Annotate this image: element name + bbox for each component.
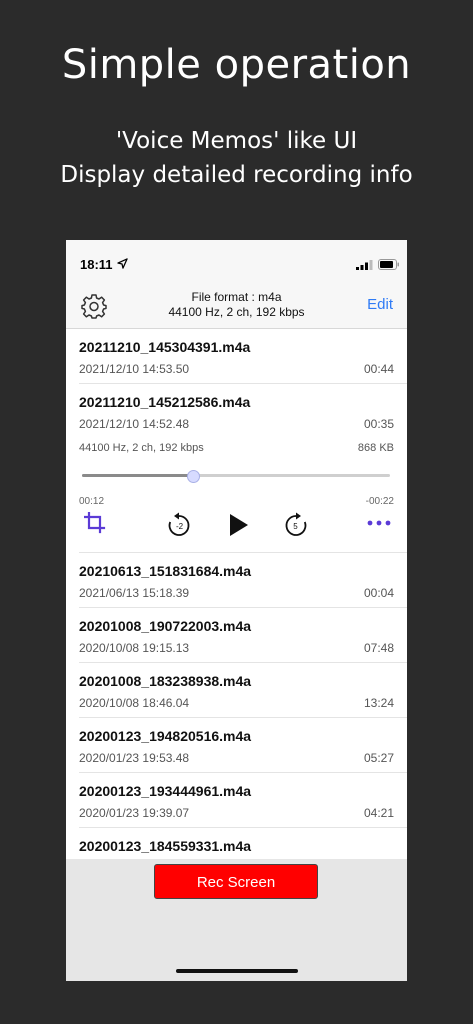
more-icon[interactable]: [367, 519, 391, 527]
promo-title: Simple operation: [61, 42, 412, 88]
recording-name: 20200123_194820516.m4a: [79, 728, 252, 744]
skip-back-icon: -2: [168, 512, 190, 536]
recording-duration: 13:24: [363, 696, 394, 710]
recording-name: 20201008_183238938.m4a: [79, 673, 252, 689]
recording-date: 2021/06/13 15:18.39: [79, 586, 190, 600]
list-item[interactable]: 20200123_194820516.m4a 2020/01/23 19:53.…: [79, 718, 407, 773]
list-item[interactable]: 20200123_193444961.m4a 2020/01/23 19:39.…: [79, 773, 407, 828]
list-item[interactable]: 20211210_145304391.m4a 2021/12/10 14:53.…: [79, 329, 407, 384]
signal-icon: [356, 260, 373, 270]
recording-date: 2020/01/23 19:53.48: [79, 751, 190, 765]
recording-name: 20211210_145304391.m4a: [79, 339, 251, 355]
recording-name: 20211210_145212586.m4a: [79, 394, 251, 410]
list-item[interactable]: 20201008_190722003.m4a 2020/10/08 19:15.…: [79, 608, 407, 663]
list-item[interactable]: 20201008_183238938.m4a 2020/10/08 18:46.…: [79, 663, 407, 718]
recording-date: 2020/10/08 19:15.13: [79, 641, 190, 655]
list-item[interactable]: 20210613_151831684.m4a 2021/06/13 15:18.…: [79, 553, 407, 608]
scrubber-fill: [82, 474, 193, 477]
elapsed-time: 00:12: [79, 496, 105, 507]
rec-screen-button[interactable]: Rec Screen: [154, 864, 318, 899]
recording-file-size: 868 KB: [357, 442, 394, 454]
scrubber-knob[interactable]: [186, 470, 200, 483]
playback-scrubber[interactable]: [82, 470, 390, 483]
recording-name: 20200123_193444961.m4a: [79, 783, 252, 799]
recording-duration: 00:04: [363, 586, 394, 600]
location-arrow-icon: [117, 258, 128, 269]
recording-name: 20201008_190722003.m4a: [79, 618, 252, 634]
recording-duration: 04:21: [363, 806, 394, 820]
gear-icon[interactable]: [81, 293, 107, 319]
recording-date: 2020/10/08 18:46.04: [79, 696, 190, 710]
file-format-detail: 44100 Hz, 2 ch, 192 kbps: [168, 305, 305, 319]
bottom-toolbar: Rec Screen: [66, 859, 407, 981]
nav-bar: File format : m4a 44100 Hz, 2 ch, 192 kb…: [66, 286, 407, 329]
skip-forward-button[interactable]: 5: [283, 512, 309, 543]
recording-duration: 00:44: [363, 362, 394, 376]
recording-name: 20210613_151831684.m4a: [79, 563, 252, 579]
recording-date: 2021/12/10 14:52.48: [79, 417, 190, 431]
battery-icon: [378, 259, 399, 270]
promo-subtitle-2: Display detailed recording info: [60, 162, 413, 188]
recording-date: 2020/01/23 19:39.07: [79, 806, 190, 820]
recording-duration: 05:27: [363, 751, 394, 765]
remaining-time: -00:22: [365, 496, 394, 507]
skip-forward-seconds: 5: [293, 522, 298, 531]
crop-icon[interactable]: [84, 512, 106, 534]
recording-name: 20200123_184559331.m4a: [79, 838, 252, 854]
recording-date: 2021/12/10 14:53.50: [79, 362, 190, 376]
file-format-label: File format : m4a: [191, 290, 282, 304]
skip-forward-icon: 5: [285, 512, 307, 536]
status-time: 18:11: [80, 257, 113, 272]
expanded-recording[interactable]: 20211210_145212586.m4a 2021/12/10 14:52.…: [79, 384, 407, 553]
promo-subtitle-1: 'Voice Memos' like UI: [115, 128, 358, 154]
phone-screen: 18:11 File format : m4a 44100 Hz, 2 ch, …: [66, 240, 407, 981]
edit-button[interactable]: Edit: [367, 296, 393, 313]
recording-duration: 00:35: [363, 417, 394, 431]
skip-back-seconds: -2: [176, 522, 184, 531]
skip-back-button[interactable]: -2: [166, 512, 192, 543]
play-icon[interactable]: [228, 513, 250, 537]
home-indicator[interactable]: [176, 969, 298, 973]
status-bar: 18:11: [66, 240, 407, 286]
recording-format-info: 44100 Hz, 2 ch, 192 kbps: [79, 442, 204, 454]
recording-duration: 07:48: [363, 641, 394, 655]
recording-list: 20211210_145304391.m4a 2021/12/10 14:53.…: [66, 329, 407, 883]
